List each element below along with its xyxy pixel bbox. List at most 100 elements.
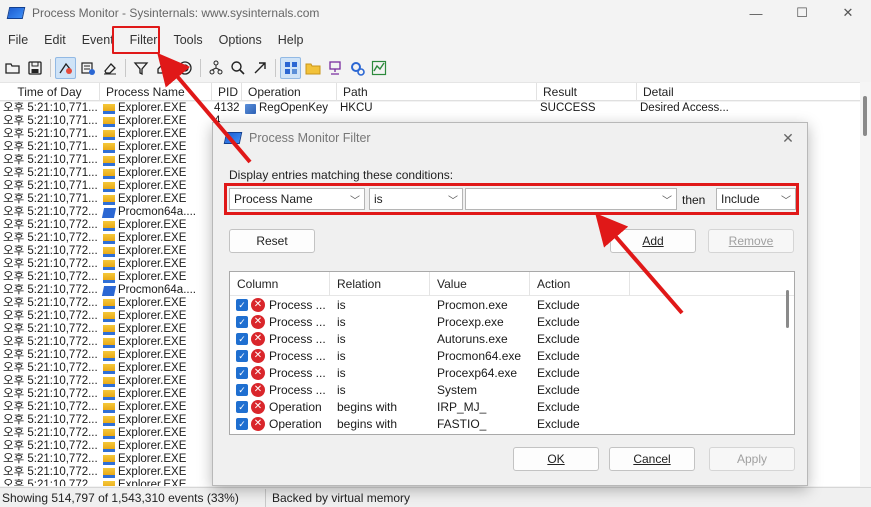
- target-icon[interactable]: [174, 57, 195, 79]
- explorer-process-icon: [103, 259, 115, 270]
- rule-column-cell: ✓ ✕ Operation: [230, 399, 330, 414]
- column-select-value: Process Name: [234, 192, 313, 206]
- save-icon[interactable]: [24, 57, 45, 79]
- add-button[interactable]: Add: [610, 229, 696, 253]
- cell-operation-name: RegOpenKey: [259, 102, 329, 114]
- jump-icon[interactable]: [249, 57, 270, 79]
- close-button[interactable]: ✕: [825, 0, 871, 26]
- filesystem-icon[interactable]: [302, 57, 323, 79]
- rules-header-column[interactable]: Column: [230, 272, 330, 296]
- rule-column-cell: ✓ ✕ Process ...: [230, 382, 330, 397]
- cell-time: 오후 5:21:10,771...: [3, 154, 98, 166]
- filter-rule-row[interactable]: ✓ ✕ Process ... is Autoruns.exe Exclude: [230, 330, 794, 347]
- reset-button[interactable]: Reset: [229, 229, 315, 253]
- network-icon[interactable]: [324, 57, 345, 79]
- explorer-process-icon: [103, 129, 115, 140]
- explorer-process-icon: [103, 428, 115, 439]
- action-select[interactable]: Include ﹀: [716, 188, 796, 210]
- process-icon[interactable]: [346, 57, 367, 79]
- cancel-button[interactable]: Cancel: [609, 447, 695, 471]
- scrollbar-thumb[interactable]: [786, 290, 789, 328]
- highlight-icon[interactable]: [152, 57, 173, 79]
- rule-value-cell: Procmon.exe: [437, 297, 508, 312]
- filter-rule-row[interactable]: ✓ ✕ Process ... is Procmon.exe Exclude: [230, 296, 794, 313]
- checkbox-checked-icon[interactable]: ✓: [236, 366, 248, 379]
- cell-time: 오후 5:21:10,772...: [3, 349, 98, 361]
- find-icon[interactable]: [227, 57, 248, 79]
- filter-rule-row[interactable]: ✓ ✕ Process ... is Procexp64.exe Exclude: [230, 364, 794, 381]
- menu-help[interactable]: Help: [270, 28, 312, 52]
- rule-action-cell: Exclude: [537, 331, 580, 346]
- rule-value-cell: System: [437, 382, 478, 397]
- profiling-icon[interactable]: [368, 57, 389, 79]
- rule-relation-cell: begins with: [337, 416, 398, 431]
- checkbox-checked-icon[interactable]: ✓: [236, 298, 248, 311]
- filter-rule-row[interactable]: ✓ ✕ Process ... is System Exclude: [230, 381, 794, 398]
- value-combobox[interactable]: ﹀: [465, 188, 677, 210]
- tree-icon[interactable]: [205, 57, 226, 79]
- explorer-process-icon: [103, 194, 115, 205]
- maximize-button[interactable]: ☐: [779, 0, 825, 26]
- column-select[interactable]: Process Name ﹀: [229, 188, 365, 210]
- column-header-result[interactable]: Result: [537, 83, 637, 101]
- checkbox-checked-icon[interactable]: ✓: [236, 349, 248, 362]
- filter-rule-row[interactable]: ✓ ✕ Operation begins with IRP_MJ_ Exclude: [230, 398, 794, 415]
- cell-operation: RegOpenKey: [242, 102, 337, 115]
- cell-time: 오후 5:21:10,772...: [3, 375, 98, 387]
- checkbox-checked-icon[interactable]: ✓: [236, 315, 248, 328]
- rules-header: Column Relation Value Action: [230, 272, 794, 296]
- column-header-process[interactable]: Process Name: [100, 83, 212, 101]
- event-list-scrollbar[interactable]: [860, 82, 871, 486]
- dialog-close-icon[interactable]: ✕: [775, 127, 801, 149]
- table-row[interactable]: 오후 5:21:10,771... Explorer.EXE 4132 RegOpen…: [0, 102, 860, 115]
- explorer-process-icon: [103, 155, 115, 166]
- chevron-down-icon: ﹀: [350, 196, 360, 207]
- filter-rule-row[interactable]: ✓ ✕ Process ... is Procexp.exe Exclude: [230, 313, 794, 330]
- cell-process-name: Explorer.EXE: [118, 427, 187, 439]
- rules-header-relation[interactable]: Relation: [330, 272, 430, 296]
- checkbox-checked-icon[interactable]: ✓: [236, 332, 248, 345]
- filter-rule-row[interactable]: ✓ ✕ Process ... is Procmon64.exe Exclude: [230, 347, 794, 364]
- relation-select[interactable]: is ﹀: [369, 188, 463, 210]
- cell-process: Explorer.EXE: [100, 297, 212, 310]
- add-button-label: Add: [642, 234, 664, 248]
- explorer-process-icon: [103, 350, 115, 361]
- registry-icon[interactable]: [280, 57, 301, 79]
- cell-process: Explorer.EXE: [100, 167, 212, 180]
- cell-process: Procmon64a....: [100, 284, 212, 297]
- filter-rule-row[interactable]: ✓ ✕ Operation begins with FASTIO_ Exclude: [230, 415, 794, 432]
- minimize-button[interactable]: —: [733, 0, 779, 26]
- filter-rules-list: Column Relation Value Action ✓ ✕ Process .…: [229, 271, 795, 435]
- apply-button[interactable]: Apply: [709, 447, 795, 471]
- rule-action-cell: Exclude: [537, 297, 580, 312]
- column-header-time[interactable]: Time of Day: [0, 83, 100, 101]
- column-header-detail[interactable]: Detail: [637, 83, 859, 101]
- capture-icon[interactable]: [55, 57, 76, 79]
- exclude-icon: ✕: [251, 382, 265, 397]
- column-header-pid[interactable]: PID: [212, 83, 242, 101]
- open-icon[interactable]: [2, 57, 23, 79]
- column-header-operation[interactable]: Operation: [242, 83, 337, 101]
- cell-time: 오후 5:21:10,772...: [3, 453, 98, 465]
- checkbox-checked-icon[interactable]: ✓: [236, 400, 248, 413]
- autoscroll-icon[interactable]: [77, 57, 98, 79]
- filter-icon[interactable]: [130, 57, 151, 79]
- checkbox-checked-icon[interactable]: ✓: [236, 417, 248, 430]
- rules-scrollbar[interactable]: [782, 272, 794, 434]
- clear-icon[interactable]: [99, 57, 120, 79]
- explorer-process-icon: [103, 376, 115, 387]
- ok-button[interactable]: OK: [513, 447, 599, 471]
- scrollbar-thumb[interactable]: [863, 96, 867, 136]
- rule-column-text: Process ...: [269, 365, 326, 380]
- cell-time: 오후 5:21:10,771...: [3, 128, 98, 140]
- exclude-icon: ✕: [251, 399, 265, 414]
- menu-file[interactable]: File: [0, 28, 36, 52]
- menu-options[interactable]: Options: [211, 28, 270, 52]
- rules-header-value[interactable]: Value: [430, 272, 530, 296]
- column-header-path[interactable]: Path: [337, 83, 537, 101]
- menu-tools[interactable]: Tools: [165, 28, 210, 52]
- rules-header-action[interactable]: Action: [530, 272, 630, 296]
- checkbox-checked-icon[interactable]: ✓: [236, 383, 248, 396]
- remove-button[interactable]: Remove: [708, 229, 794, 253]
- menu-edit[interactable]: Edit: [36, 28, 74, 52]
